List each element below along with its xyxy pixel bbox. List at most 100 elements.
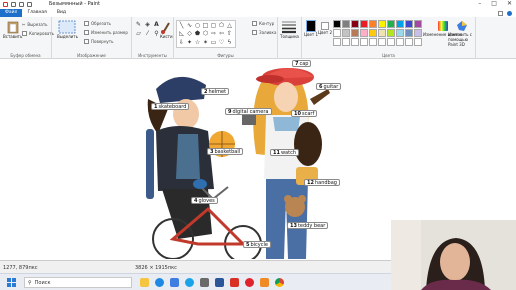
- palette-swatch[interactable]: [369, 29, 377, 37]
- palette-swatch[interactable]: [351, 29, 359, 37]
- palette-swatch[interactable]: [342, 29, 350, 37]
- tab-home[interactable]: Главная: [22, 9, 51, 17]
- palette-swatch[interactable]: [405, 38, 413, 46]
- word-icon[interactable]: [215, 278, 224, 287]
- select-button[interactable]: Выделить: [57, 20, 78, 39]
- mail-icon[interactable]: [170, 278, 179, 287]
- palette-swatch[interactable]: [414, 20, 422, 28]
- copy-button[interactable]: Копировать: [22, 31, 54, 36]
- palette-swatch[interactable]: [414, 29, 422, 37]
- cut-button[interactable]: ✂ Вырезать: [22, 22, 48, 27]
- palette-swatch[interactable]: [360, 20, 368, 28]
- fill-shape-button[interactable]: Заливка: [252, 30, 276, 35]
- palette-swatch[interactable]: [333, 20, 341, 28]
- palette-swatch[interactable]: [351, 38, 359, 46]
- color-picker-icon[interactable]: ⁄: [144, 30, 151, 37]
- eraser-icon[interactable]: ▱: [135, 30, 142, 37]
- paint3d-button[interactable]: Изменить с помощью Paint 3D: [448, 20, 475, 47]
- star4-shape-icon[interactable]: ✦: [186, 39, 193, 46]
- palette-swatch[interactable]: [360, 29, 368, 37]
- color-wheel-icon: [437, 21, 448, 31]
- resize-button[interactable]: Изменить размер: [84, 30, 128, 35]
- arrow-left-shape-icon[interactable]: ⇦: [218, 30, 225, 37]
- file-explorer-icon[interactable]: [140, 278, 149, 287]
- tab-file[interactable]: Файл: [0, 9, 23, 17]
- palette-swatch[interactable]: [333, 38, 341, 46]
- right-triangle-shape-icon[interactable]: ◺: [178, 30, 185, 37]
- palette-swatch[interactable]: [351, 20, 359, 28]
- arrow-down-shape-icon[interactable]: ⇩: [178, 39, 185, 46]
- skype-icon[interactable]: [185, 278, 194, 287]
- paste-button[interactable]: Вставить: [3, 20, 22, 39]
- text-icon[interactable]: A: [153, 21, 160, 28]
- star5-shape-icon[interactable]: ☆: [194, 39, 201, 46]
- brushes-button[interactable]: Кисти: [160, 20, 173, 39]
- chrome-icon[interactable]: [275, 278, 284, 287]
- ribbon-right-controls: [498, 10, 516, 16]
- palette-swatch[interactable]: [369, 20, 377, 28]
- arrow-right-shape-icon[interactable]: ⇨: [210, 30, 217, 37]
- oval-shape-icon[interactable]: ○: [194, 22, 201, 29]
- callout-shape-icon[interactable]: ▭: [210, 39, 217, 46]
- palette-swatch[interactable]: [387, 29, 395, 37]
- rectangle-shape-icon[interactable]: □: [202, 22, 209, 29]
- paint-icon[interactable]: [260, 278, 269, 287]
- diamond-shape-icon[interactable]: ◇: [186, 30, 193, 37]
- palette-swatch[interactable]: [396, 38, 404, 46]
- undo-icon[interactable]: [19, 2, 24, 7]
- palette-swatch[interactable]: [387, 20, 395, 28]
- arrow-up-shape-icon[interactable]: ⇧: [226, 30, 233, 37]
- palette-swatch[interactable]: [378, 20, 386, 28]
- outline-button[interactable]: Контур: [252, 21, 274, 26]
- palette-swatch[interactable]: [405, 20, 413, 28]
- triangle-shape-icon[interactable]: △: [226, 22, 233, 29]
- crop-button[interactable]: Обрезать: [84, 21, 111, 26]
- palette-swatch[interactable]: [360, 38, 368, 46]
- palette-swatch[interactable]: [378, 29, 386, 37]
- color2-button[interactable]: Цвет 2: [318, 22, 332, 35]
- opera-icon[interactable]: [245, 278, 254, 287]
- star6-shape-icon[interactable]: ✶: [202, 39, 209, 46]
- palette-swatch[interactable]: [396, 29, 404, 37]
- pencil-icon[interactable]: ✎: [135, 21, 142, 28]
- fill-icon[interactable]: ◈: [144, 21, 151, 28]
- taskbar-search[interactable]: ⚲ Поиск: [24, 277, 132, 288]
- palette-swatch[interactable]: [405, 29, 413, 37]
- minimize-button[interactable]: –: [478, 0, 481, 7]
- redo-icon[interactable]: [27, 2, 32, 7]
- palette-swatch[interactable]: [342, 38, 350, 46]
- polygon-shape-icon[interactable]: ⬠: [218, 22, 225, 29]
- pdf-icon[interactable]: [230, 278, 239, 287]
- curve-shape-icon[interactable]: ∿: [186, 22, 193, 29]
- palette-swatch[interactable]: [396, 20, 404, 28]
- cut-label: Вырезать: [27, 22, 48, 27]
- palette-swatch[interactable]: [342, 20, 350, 28]
- maximize-button[interactable]: □: [491, 0, 497, 7]
- save-icon[interactable]: [11, 2, 16, 7]
- size-button[interactable]: Толщина: [280, 20, 299, 39]
- window-controls: – □ ✕: [478, 0, 512, 7]
- store-icon[interactable]: [200, 278, 209, 287]
- start-button[interactable]: [7, 278, 16, 287]
- rotate-button[interactable]: Повернуть: [84, 39, 113, 44]
- palette-swatch[interactable]: [378, 38, 386, 46]
- heart-shape-icon[interactable]: ♡: [218, 39, 225, 46]
- rounded-rect-shape-icon[interactable]: ▢: [210, 22, 217, 29]
- pentagon-shape-icon[interactable]: ⬟: [194, 30, 201, 37]
- shapes-gallery[interactable]: ╲ ∿ ○ □ ▢ ⬠ △ ◺ ◇ ⬟ ⬡ ⇨ ⇦ ⇧ ⇩ ✦ ☆ ✶ ▭ ♡ ϟ: [176, 20, 236, 48]
- palette-swatch[interactable]: [414, 38, 422, 46]
- hexagon-shape-icon[interactable]: ⬡: [202, 30, 209, 37]
- help-icon[interactable]: [507, 10, 512, 16]
- color1-label: Цвет 1: [304, 32, 319, 37]
- line-shape-icon[interactable]: ╲: [178, 22, 185, 29]
- color1-button[interactable]: Цвет 1: [304, 20, 318, 37]
- tab-view[interactable]: Вид: [52, 9, 71, 17]
- magnifier-icon[interactable]: ⚲: [153, 30, 160, 37]
- collapse-ribbon-icon[interactable]: [498, 10, 503, 16]
- palette-swatch[interactable]: [369, 38, 377, 46]
- close-button[interactable]: ✕: [507, 0, 512, 7]
- palette-swatch[interactable]: [333, 29, 341, 37]
- edge-icon[interactable]: [155, 278, 164, 287]
- palette-swatch[interactable]: [387, 38, 395, 46]
- lightning-shape-icon[interactable]: ϟ: [226, 39, 233, 46]
